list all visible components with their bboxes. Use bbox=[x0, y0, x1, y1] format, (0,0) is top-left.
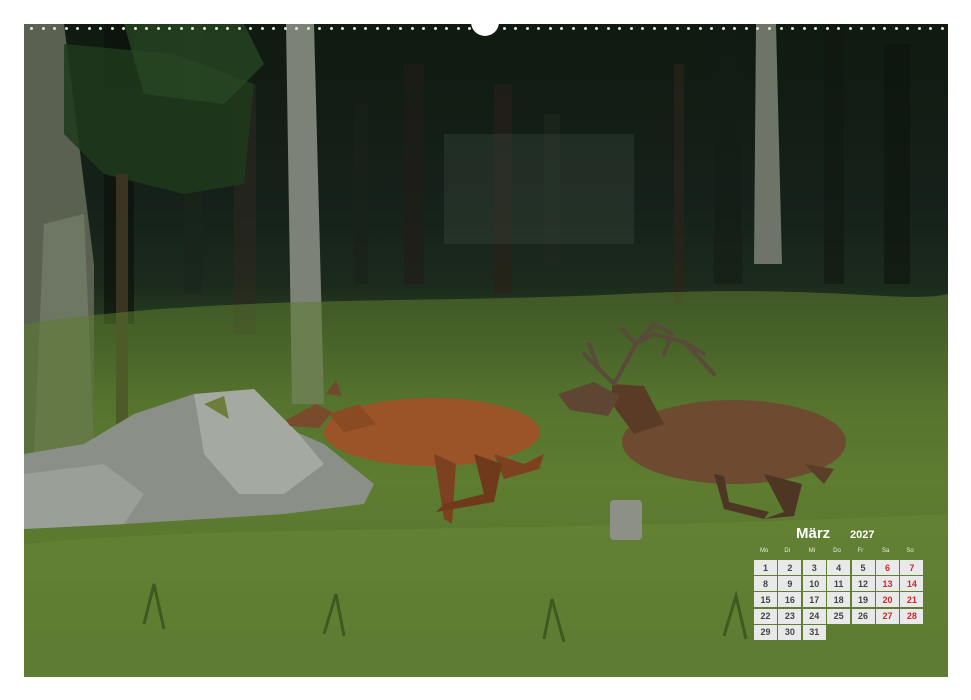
calendar-year: 2027 bbox=[850, 529, 875, 541]
calendar-day: 19 bbox=[851, 592, 875, 608]
calendar-empty-cell bbox=[852, 625, 875, 640]
calendar-day: 5 bbox=[851, 560, 875, 575]
calendar-day: 3 bbox=[802, 560, 826, 575]
calendar-day: 20 bbox=[875, 592, 899, 608]
calendar-day: 15 bbox=[754, 592, 777, 608]
calendar-day: 14 bbox=[900, 576, 924, 592]
calendar-day: 8 bbox=[754, 576, 777, 592]
calendar-day: 22 bbox=[754, 608, 777, 624]
calendar-day: 25 bbox=[827, 608, 851, 624]
weekday-label: Fr bbox=[857, 548, 864, 554]
calendar-day: 31 bbox=[802, 624, 826, 640]
weekday-label: Sa bbox=[881, 548, 890, 554]
weekday-label: Di bbox=[784, 548, 791, 554]
weekday-row: Mo Di Mi Do Fr Sa So bbox=[754, 548, 928, 558]
calendar-day: 12 bbox=[851, 576, 875, 592]
calendar-day: 29 bbox=[754, 624, 777, 640]
calendar-day: 21 bbox=[900, 592, 924, 608]
calendar-month: März bbox=[796, 525, 831, 542]
calendar-day: 11 bbox=[827, 576, 851, 592]
calendar-day: 9 bbox=[778, 576, 802, 592]
calendar-day: 13 bbox=[875, 576, 899, 592]
calendar-empty-cell bbox=[827, 625, 850, 640]
calendar-day: 10 bbox=[802, 576, 826, 592]
weekday-label: Mi bbox=[808, 548, 816, 554]
calendar-day: 30 bbox=[778, 624, 802, 640]
calendar-empty-cell bbox=[900, 625, 923, 640]
calendar-day: 4 bbox=[827, 560, 851, 575]
calendar-day: 6 bbox=[875, 560, 899, 575]
calendar-day: 28 bbox=[900, 608, 924, 624]
calendar-day: 2 bbox=[778, 560, 802, 575]
weekday-label: Do bbox=[833, 548, 841, 554]
calendar-day: 27 bbox=[875, 608, 899, 624]
calendar-day: 7 bbox=[900, 560, 924, 575]
calendar-day: 24 bbox=[802, 608, 826, 624]
calendar-day: 17 bbox=[802, 592, 826, 608]
calendar-empty-cell bbox=[876, 625, 899, 640]
calendar-day: 16 bbox=[778, 592, 802, 608]
weekday-label: Mo bbox=[760, 548, 769, 554]
day-grid: 1 2 3 4 5 6 7 8 9 10 11 12 13 14 15 16 17 18 19 20 21 22 23 24 2… bbox=[754, 560, 928, 640]
calendar-day: 26 bbox=[851, 608, 875, 624]
calendar-day: 23 bbox=[778, 608, 802, 624]
calendar-day: 18 bbox=[827, 592, 851, 608]
calendar-day: 1 bbox=[754, 560, 777, 575]
month-calendar: März 2027 Mo Di Mi Do Fr Sa So 1 2 3 4 5 6 7 8 9 10 11 12… bbox=[754, 524, 928, 640]
calendar-header: März 2027 bbox=[754, 524, 928, 546]
weekday-label: So bbox=[906, 548, 914, 554]
calendar-page: März 2027 Mo Di Mi Do Fr Sa So 1 2 3 4 5 6 7 8 9 10 11 12… bbox=[0, 0, 971, 700]
